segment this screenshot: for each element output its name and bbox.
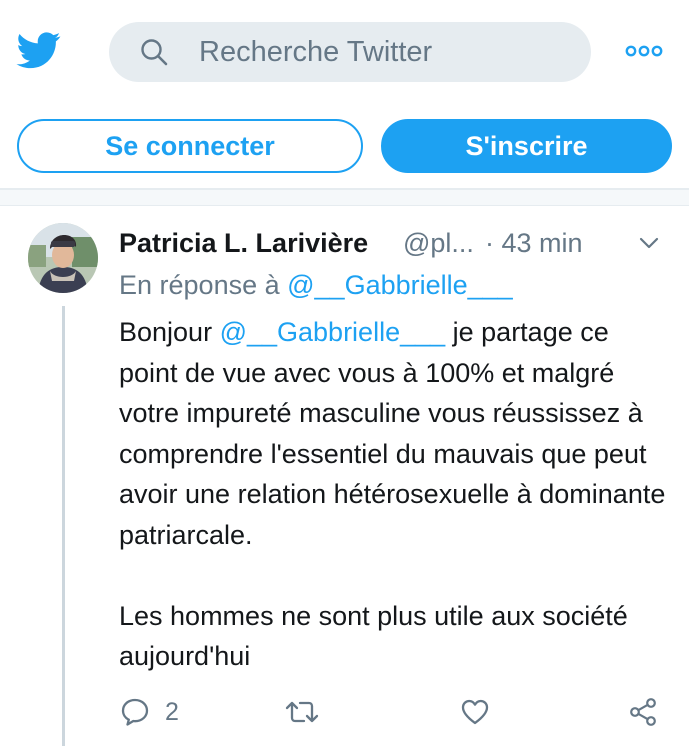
like-button[interactable]	[459, 692, 491, 732]
share-button[interactable]	[627, 692, 659, 732]
signup-button[interactable]: S'inscrire	[381, 119, 672, 173]
search-input[interactable]	[199, 22, 579, 82]
tweet-actions: 2	[119, 692, 679, 732]
tweet-header: Patricia L. Larivière @pl... · 43 min	[119, 228, 659, 264]
tweet[interactable]: Patricia L. Larivière @pl... · 43 min En…	[0, 206, 689, 750]
tweet-text-main: je partage ce point de vue avec vous à 1…	[119, 317, 666, 550]
thread-line	[62, 306, 65, 746]
retweet-button[interactable]	[284, 692, 320, 732]
avatar-photo	[28, 223, 98, 293]
search-bar[interactable]	[109, 22, 591, 82]
top-bar	[0, 0, 689, 104]
more-dots-icon[interactable]	[624, 40, 664, 62]
retweet-icon	[285, 701, 319, 723]
search-icon	[141, 39, 168, 66]
tweet-timestamp[interactable]: · 43 min	[485, 228, 583, 259]
reply-prefix: En réponse à	[119, 270, 288, 300]
mention-link[interactable]: @__Gabbrielle___	[220, 317, 446, 347]
tweet-text-paragraph2: Les hommes ne sont plus utile aux sociét…	[119, 600, 628, 672]
reply-count: 2	[165, 697, 179, 726]
tweet-text-prefix: Bonjour	[119, 317, 220, 347]
share-icon	[630, 698, 656, 726]
reply-mention-link[interactable]: @__Gabbrielle___	[287, 270, 513, 300]
reply-button[interactable]: 2	[119, 692, 179, 732]
author-handle[interactable]: @pl...	[403, 228, 474, 259]
author-name[interactable]: Patricia L. Larivière	[119, 228, 368, 259]
avatar[interactable]	[28, 223, 98, 293]
reply-icon	[121, 698, 149, 726]
reply-context: En réponse à @__Gabbrielle___	[119, 270, 513, 301]
auth-bar: Se connecter S'inscrire	[0, 104, 689, 190]
twitter-bird-icon[interactable]	[14, 28, 64, 72]
login-button[interactable]: Se connecter	[17, 119, 363, 173]
heart-icon	[461, 699, 489, 725]
section-divider	[0, 190, 689, 206]
chevron-down-icon[interactable]	[639, 236, 659, 250]
tweet-text: Bonjour @__Gabbrielle___ je partage ce p…	[119, 312, 671, 677]
